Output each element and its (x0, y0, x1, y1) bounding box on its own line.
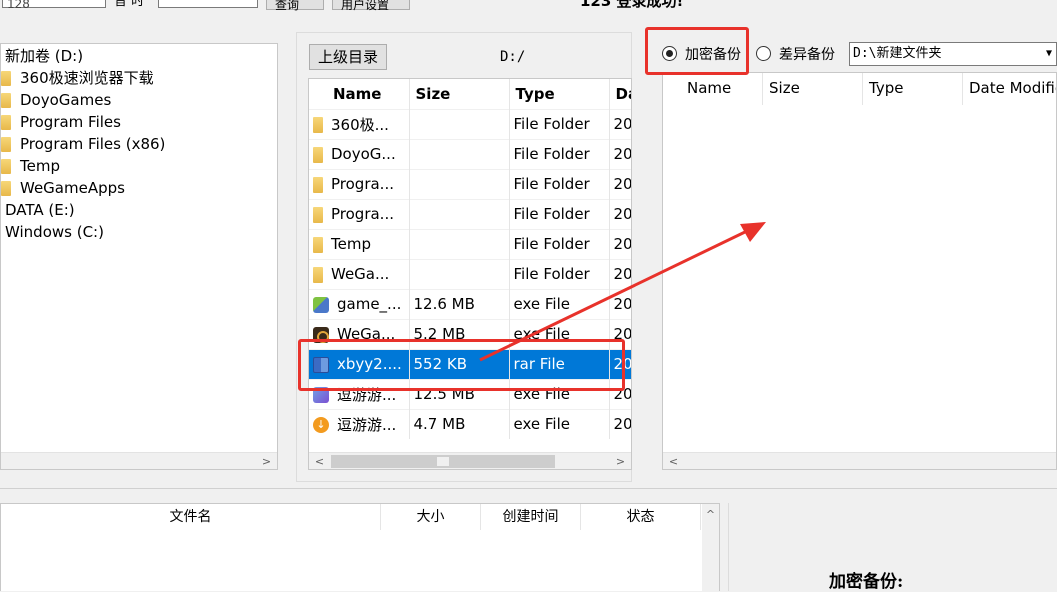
annotation-arrow-icon (479, 222, 766, 362)
